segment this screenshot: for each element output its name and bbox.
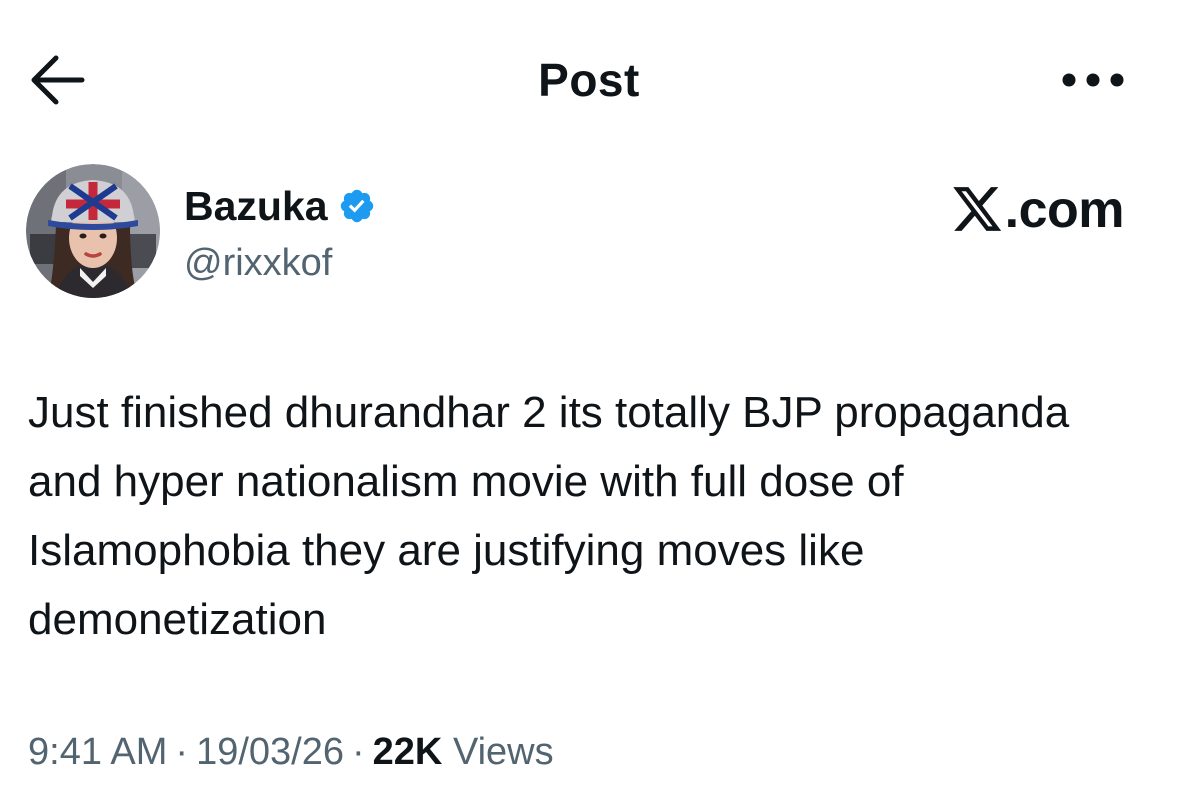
views-label: Views [452, 731, 554, 773]
post-text: Just finished dhurandhar 2 its totally B… [28, 388, 1070, 644]
meta-separator: · [175, 731, 189, 773]
post-metadata: 9:41 AM · 19/03/26 · 22K Views [28, 724, 554, 780]
views-count[interactable]: 22K [373, 731, 443, 773]
post-time[interactable]: 9:41 AM [28, 731, 167, 773]
more-horizontal-icon [1062, 73, 1124, 87]
top-bar: Post [0, 0, 1178, 160]
verified-badge-icon [340, 189, 373, 223]
author-display-name: Bazuka [184, 183, 328, 229]
avatar-image [26, 164, 160, 298]
watermark-text: .com [1004, 181, 1125, 239]
meta-separator: · [352, 731, 365, 773]
post-date[interactable]: 19/03/26 [196, 731, 344, 773]
post-author: Bazuka @rixxkof .com [26, 164, 1156, 304]
avatar[interactable] [26, 164, 160, 298]
author-handle[interactable]: @rixxkof [184, 238, 332, 288]
x-com-watermark: .com [952, 180, 1125, 240]
more-options-button[interactable] [1058, 60, 1128, 100]
author-name-row[interactable]: Bazuka [184, 178, 376, 234]
x-logo-icon [952, 187, 1001, 231]
page-title: Post [538, 54, 640, 106]
